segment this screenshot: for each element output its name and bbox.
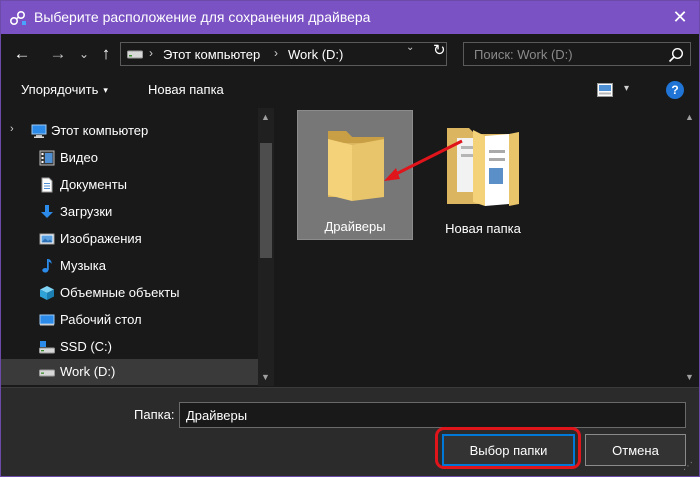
pictures-icon (39, 233, 55, 245)
sidebar-item-documents[interactable]: Документы (1, 172, 258, 198)
chevron-down-icon: ⌄ (78, 47, 90, 61)
folder-name: Новая папка (445, 221, 521, 236)
select-folder-button[interactable]: Выбор папки (442, 434, 575, 466)
sidebar-item-label: Этот компьютер (51, 123, 149, 138)
sidebar-scroll-thumb[interactable] (260, 143, 272, 258)
organize-label: Упорядочить (21, 82, 99, 97)
sidebar-item-this-pc[interactable]: › Этот компьютер (1, 118, 258, 144)
title-bar: Выберите расположение для сохранения дра… (1, 1, 699, 34)
cancel-button[interactable]: Отмена (585, 434, 686, 466)
annotation-arrow-icon (384, 139, 463, 181)
navigation-bar: ← → ⌄ ↑ › Этот компьютер › Work (D:) (1, 34, 699, 74)
sidebar-item-ssd-drive[interactable]: SSD (C:) (1, 334, 258, 360)
sidebar-item-downloads[interactable]: Загрузки (1, 199, 258, 225)
close-button[interactable]: ✕ (661, 1, 699, 34)
3d-objects-icon (40, 286, 54, 300)
expander-icon[interactable]: › (10, 123, 14, 135)
dialog-footer: Папка: Выбор папки Отмена ⋰ (1, 387, 699, 476)
sidebar-item-pictures[interactable]: Изображения (1, 226, 258, 252)
sidebar-item-label: SSD (C:) (60, 339, 112, 354)
content-scrollbar[interactable]: ▲ ▼ (682, 108, 698, 386)
work-drive-icon (39, 369, 55, 377)
sidebar-item-work-drive[interactable]: Work (D:) (1, 359, 258, 385)
recent-locations-button[interactable]: ⌄ (77, 42, 91, 66)
sidebar-item-label: Видео (60, 150, 98, 165)
search-icon[interactable] (668, 47, 684, 63)
sidebar-item-music[interactable]: Музыка (1, 253, 258, 279)
scroll-up-icon[interactable]: ▲ (261, 112, 270, 122)
window-title: Выберите расположение для сохранения дра… (34, 9, 371, 25)
folder-name: Драйверы (324, 219, 386, 234)
folder-name-input[interactable] (179, 402, 686, 428)
back-button[interactable]: ← (11, 42, 33, 66)
sidebar-scrollbar[interactable]: ▲ ▼ (258, 108, 274, 386)
sidebar-item-label: Объемные объекты (60, 285, 180, 300)
sidebar-item-label: Загрузки (60, 204, 113, 219)
sidebar-item-label: Work (D:) (60, 364, 116, 379)
breadcrumb-separator: › (274, 46, 278, 60)
forward-arrow-icon: → (49, 44, 67, 63)
forward-button[interactable]: → (47, 42, 69, 66)
scroll-down-icon[interactable]: ▼ (261, 372, 270, 382)
close-icon: ✕ (672, 7, 688, 27)
breadcrumb-separator: › (149, 46, 153, 60)
up-arrow-icon: ↑ (101, 44, 111, 63)
resize-grip-icon[interactable]: ⋰ (683, 461, 693, 472)
sidebar-item-desktop[interactable]: Рабочий стол (1, 307, 258, 333)
cancel-label: Отмена (612, 442, 659, 458)
up-button[interactable]: ↑ (97, 42, 115, 66)
search-input[interactable] (463, 42, 691, 66)
app-icon (9, 10, 26, 26)
organize-button[interactable]: Упорядочить ▾ (21, 82, 108, 97)
address-bar[interactable]: › Этот компьютер › Work (D:) (120, 42, 447, 66)
navigation-pane: › Этот компьютер Видео Документы Загрузк… (1, 108, 258, 386)
documents-icon (41, 177, 53, 193)
refresh-icon[interactable]: ↻ (433, 41, 446, 59)
address-dropdown-icon[interactable]: ⌄ (406, 42, 414, 53)
command-toolbar: Упорядочить ▾ Новая папка ▾ ? (1, 74, 699, 108)
scroll-down-icon[interactable]: ▼ (685, 372, 694, 382)
change-view-icon[interactable] (597, 83, 613, 97)
video-icon (39, 150, 55, 166)
scroll-up-icon[interactable]: ▲ (685, 112, 694, 122)
sidebar-item-label: Музыка (60, 258, 106, 273)
computer-icon (31, 124, 47, 138)
help-button[interactable]: ? (666, 81, 684, 99)
downloads-icon (41, 205, 53, 218)
sidebar-item-video[interactable]: Видео (1, 145, 258, 171)
ssd-drive-icon (39, 341, 55, 354)
desktop-icon (39, 314, 55, 326)
back-arrow-icon: ← (13, 44, 31, 63)
sidebar-item-label: Рабочий стол (60, 312, 142, 327)
caret-down-icon: ▾ (103, 85, 108, 95)
sidebar-item-label: Документы (60, 177, 128, 192)
drive-icon (127, 50, 143, 59)
music-icon (42, 259, 52, 273)
help-icon: ? (671, 83, 679, 97)
new-folder-label: Новая папка (148, 82, 224, 97)
sidebar-item-label: Изображения (60, 231, 142, 246)
select-folder-label: Выбор папки (469, 442, 548, 458)
save-driver-dialog: Выберите расположение для сохранения дра… (0, 0, 700, 477)
sidebar-item-3d-objects[interactable]: Объемные объекты (1, 280, 258, 306)
view-options-caret-icon[interactable]: ▾ (624, 83, 629, 94)
new-folder-button[interactable]: Новая папка (148, 82, 224, 97)
folder-field-label: Папка: (134, 407, 175, 422)
breadcrumb-work-drive[interactable]: Work (D:) (288, 47, 343, 62)
file-list: Драйверы Новая папка (276, 108, 681, 386)
breadcrumb-this-pc[interactable]: Этот компьютер (163, 47, 260, 62)
